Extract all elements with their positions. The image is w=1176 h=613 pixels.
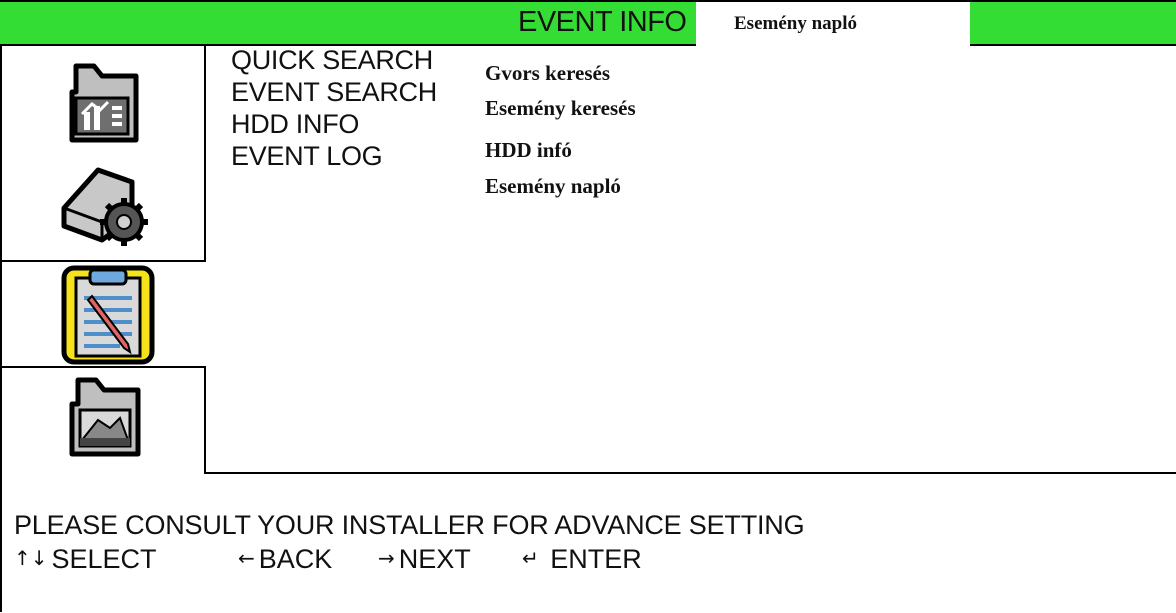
hdd-gear-icon[interactable]: [58, 160, 154, 255]
event-info-menu: QUICK SEARCH EVENT SEARCH HDD INFO EVENT…: [231, 44, 437, 172]
hint-back: ← BACK: [238, 544, 332, 575]
left-arrow-icon: ←: [238, 546, 255, 570]
hint-next-label: NEXT: [398, 544, 471, 574]
network-folder-icon[interactable]: [66, 376, 150, 465]
clipboard-icon[interactable]: [60, 264, 156, 371]
chart-folder-icon[interactable]: [62, 62, 146, 151]
hint-back-label: BACK: [258, 544, 333, 574]
title-annotation-box: Esemény napló: [696, 2, 970, 48]
menu-item-quick-search[interactable]: QUICK SEARCH: [231, 44, 437, 76]
menu-item-hdd-info[interactable]: HDD INFO: [231, 108, 437, 140]
menu-item-event-search[interactable]: EVENT SEARCH: [231, 76, 437, 108]
annotation-event-log: Esemény napló: [485, 174, 621, 198]
hint-enter-label: ENTER: [550, 544, 642, 574]
annotation-hdd-info: HDD infó: [485, 138, 572, 162]
annotation-event-search: Esemény keresés: [485, 96, 636, 120]
hint-select-label: SELECT: [51, 544, 157, 574]
page-title: EVENT INFO: [518, 6, 687, 38]
up-down-arrow-icon: ↑↓: [14, 546, 48, 570]
content-divider: [204, 472, 1176, 474]
right-arrow-icon: →: [378, 546, 395, 570]
annotation-quick-search: Gvors keresés: [485, 61, 611, 85]
installer-notice: PLEASE CONSULT YOUR INSTALLER FOR ADVANC…: [14, 510, 805, 540]
title-annotation: Esemény napló: [734, 13, 857, 34]
hint-next: → NEXT: [378, 544, 471, 575]
hint-select: ↑↓ SELECT: [14, 544, 157, 575]
hint-enter: ↵ ENTER: [522, 544, 642, 575]
title-bar: EVENT INFO Esemény napló: [0, 0, 1176, 48]
enter-arrow-icon: ↵: [522, 546, 539, 570]
menu-item-event-log[interactable]: EVENT LOG: [231, 140, 437, 172]
